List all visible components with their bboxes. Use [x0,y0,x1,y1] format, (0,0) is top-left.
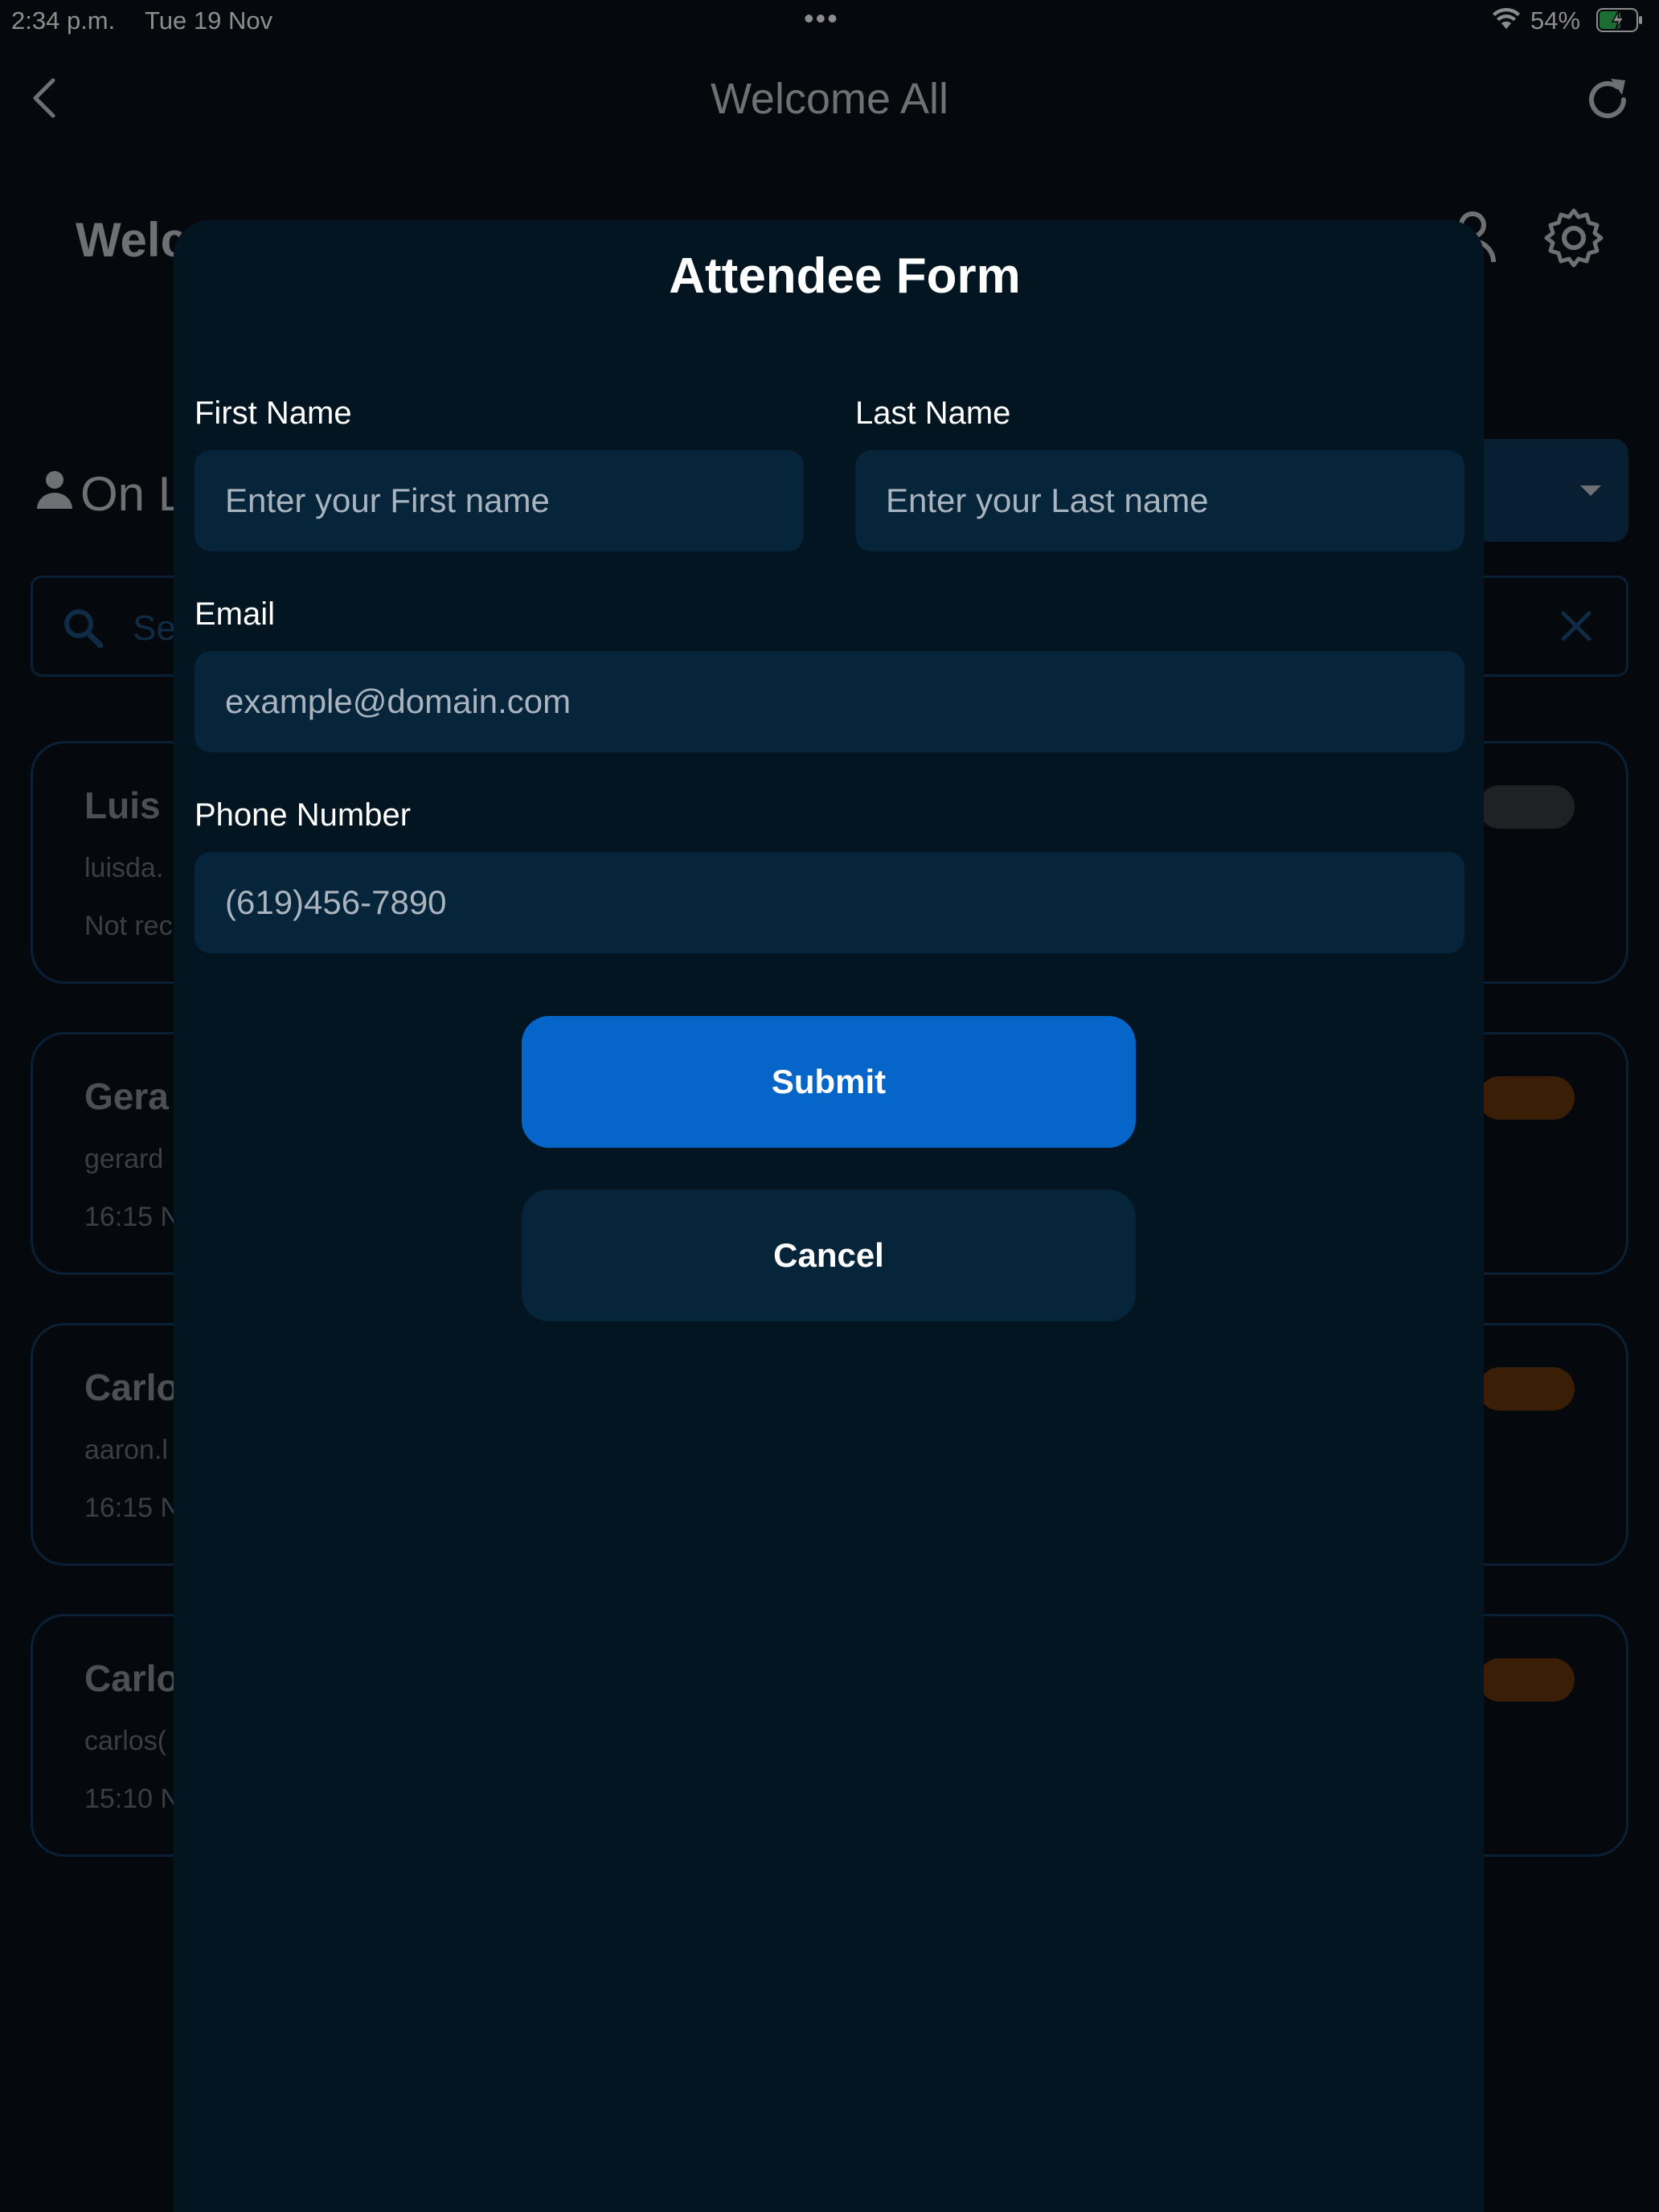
first-name-field[interactable] [195,450,804,551]
last-name-field[interactable] [855,450,1464,551]
phone-label: Phone Number [195,797,412,833]
attendee-form-modal: Attendee Form First Name Last Name Email… [174,220,1484,2212]
phone-field[interactable] [195,852,1464,953]
last-name-label: Last Name [855,395,1011,431]
submit-button[interactable]: Submit [522,1016,1136,1148]
email-field[interactable] [195,651,1464,752]
modal-title: Attendee Form [669,248,1021,304]
email-label: Email [195,596,276,632]
cancel-button[interactable]: Cancel [522,1190,1136,1321]
first-name-label: First Name [195,395,352,431]
